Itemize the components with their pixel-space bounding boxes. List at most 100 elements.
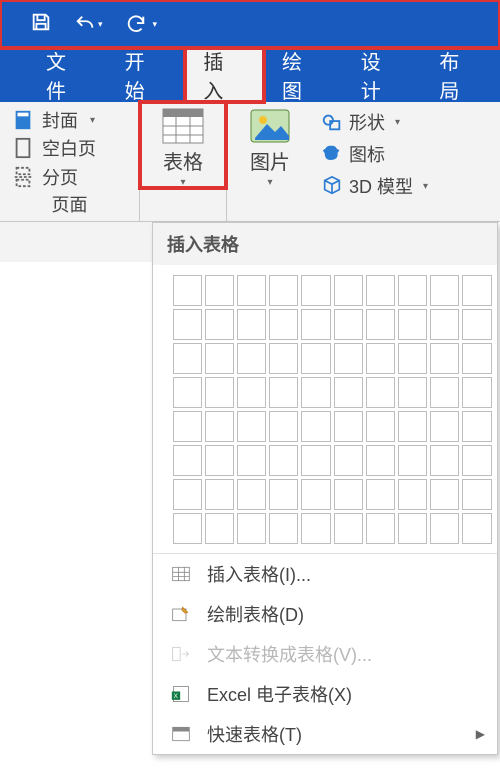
grid-cell[interactable] (366, 309, 395, 340)
grid-cell[interactable] (334, 445, 363, 476)
grid-cell[interactable] (462, 411, 491, 442)
grid-cell[interactable] (301, 377, 330, 408)
grid-cell[interactable] (334, 513, 363, 544)
menu-insert-table[interactable]: 插入表格(I)... (153, 554, 497, 594)
grid-cell[interactable] (398, 377, 427, 408)
grid-cell[interactable] (462, 343, 491, 374)
grid-cell[interactable] (205, 445, 234, 476)
grid-cell[interactable] (430, 275, 459, 306)
grid-cell[interactable] (301, 411, 330, 442)
chevron-down-icon[interactable]: ▾ (153, 19, 158, 30)
grid-cell[interactable] (462, 479, 491, 510)
menu-draw-table[interactable]: 绘制表格(D) (153, 594, 497, 634)
grid-cell[interactable] (237, 343, 266, 374)
grid-cell[interactable] (173, 445, 202, 476)
tab-layout[interactable]: 布局 (421, 48, 500, 102)
tab-insert[interactable]: 插入 (185, 48, 264, 102)
grid-cell[interactable] (462, 445, 491, 476)
page-break-button[interactable]: 分页 (8, 163, 131, 191)
cover-page-button[interactable]: 封面▾ (8, 106, 131, 134)
save-icon[interactable] (30, 11, 52, 38)
grid-cell[interactable] (237, 275, 266, 306)
grid-cell[interactable] (334, 377, 363, 408)
grid-cell[interactable] (237, 513, 266, 544)
table-button[interactable]: 表格 ▾ (140, 102, 226, 188)
grid-cell[interactable] (237, 445, 266, 476)
grid-cell[interactable] (269, 377, 298, 408)
grid-cell[interactable] (430, 411, 459, 442)
table-size-grid[interactable] (153, 265, 497, 549)
grid-cell[interactable] (398, 343, 427, 374)
grid-cell[interactable] (205, 377, 234, 408)
grid-cell[interactable] (205, 513, 234, 544)
grid-cell[interactable] (366, 411, 395, 442)
tab-design[interactable]: 设计 (343, 48, 422, 102)
grid-cell[interactable] (366, 377, 395, 408)
tab-home[interactable]: 开始 (107, 48, 186, 102)
grid-cell[interactable] (173, 479, 202, 510)
grid-cell[interactable] (301, 513, 330, 544)
grid-cell[interactable] (269, 309, 298, 340)
grid-cell[interactable] (334, 479, 363, 510)
grid-cell[interactable] (430, 309, 459, 340)
grid-cell[interactable] (398, 309, 427, 340)
grid-cell[interactable] (462, 275, 491, 306)
grid-cell[interactable] (301, 309, 330, 340)
grid-cell[interactable] (205, 309, 234, 340)
grid-cell[interactable] (237, 479, 266, 510)
grid-cell[interactable] (173, 513, 202, 544)
tab-draw[interactable]: 绘图 (264, 48, 343, 102)
blank-page-button[interactable]: 空白页 (8, 134, 131, 162)
undo-button[interactable]: ▾ (74, 13, 103, 35)
grid-cell[interactable] (462, 377, 491, 408)
grid-cell[interactable] (398, 479, 427, 510)
grid-cell[interactable] (173, 377, 202, 408)
grid-cell[interactable] (237, 377, 266, 408)
grid-cell[interactable] (398, 411, 427, 442)
icons-button[interactable]: 图标 (321, 138, 475, 170)
grid-cell[interactable] (269, 275, 298, 306)
grid-cell[interactable] (366, 445, 395, 476)
grid-cell[interactable] (398, 275, 427, 306)
grid-cell[interactable] (334, 275, 363, 306)
grid-cell[interactable] (269, 445, 298, 476)
grid-cell[interactable] (334, 343, 363, 374)
grid-cell[interactable] (301, 445, 330, 476)
grid-cell[interactable] (173, 343, 202, 374)
grid-cell[interactable] (398, 513, 427, 544)
grid-cell[interactable] (269, 343, 298, 374)
grid-cell[interactable] (173, 275, 202, 306)
tab-file[interactable]: 文件 (28, 48, 107, 102)
menu-quick-tables[interactable]: 快速表格(T) ▶ (153, 714, 497, 754)
grid-cell[interactable] (237, 309, 266, 340)
shapes-button[interactable]: 形状▾ (321, 106, 475, 138)
grid-cell[interactable] (269, 513, 298, 544)
grid-cell[interactable] (430, 445, 459, 476)
grid-cell[interactable] (173, 411, 202, 442)
grid-cell[interactable] (205, 411, 234, 442)
grid-cell[interactable] (237, 411, 266, 442)
grid-cell[interactable] (366, 275, 395, 306)
grid-cell[interactable] (430, 479, 459, 510)
grid-cell[interactable] (334, 309, 363, 340)
picture-button[interactable]: 图片 ▾ (227, 102, 313, 188)
repeat-button[interactable]: ▾ (125, 13, 158, 35)
grid-cell[interactable] (269, 411, 298, 442)
3d-model-button[interactable]: 3D 模型▾ (321, 170, 475, 202)
grid-cell[interactable] (173, 309, 202, 340)
grid-cell[interactable] (269, 479, 298, 510)
grid-cell[interactable] (366, 479, 395, 510)
grid-cell[interactable] (301, 479, 330, 510)
grid-cell[interactable] (205, 479, 234, 510)
grid-cell[interactable] (301, 343, 330, 374)
menu-excel-spreadsheet[interactable]: X Excel 电子表格(X) (153, 674, 497, 714)
grid-cell[interactable] (430, 377, 459, 408)
grid-cell[interactable] (366, 513, 395, 544)
grid-cell[interactable] (366, 343, 395, 374)
grid-cell[interactable] (205, 275, 234, 306)
grid-cell[interactable] (430, 513, 459, 544)
chevron-down-icon[interactable]: ▾ (98, 19, 103, 30)
grid-cell[interactable] (334, 411, 363, 442)
grid-cell[interactable] (205, 343, 234, 374)
grid-cell[interactable] (301, 275, 330, 306)
